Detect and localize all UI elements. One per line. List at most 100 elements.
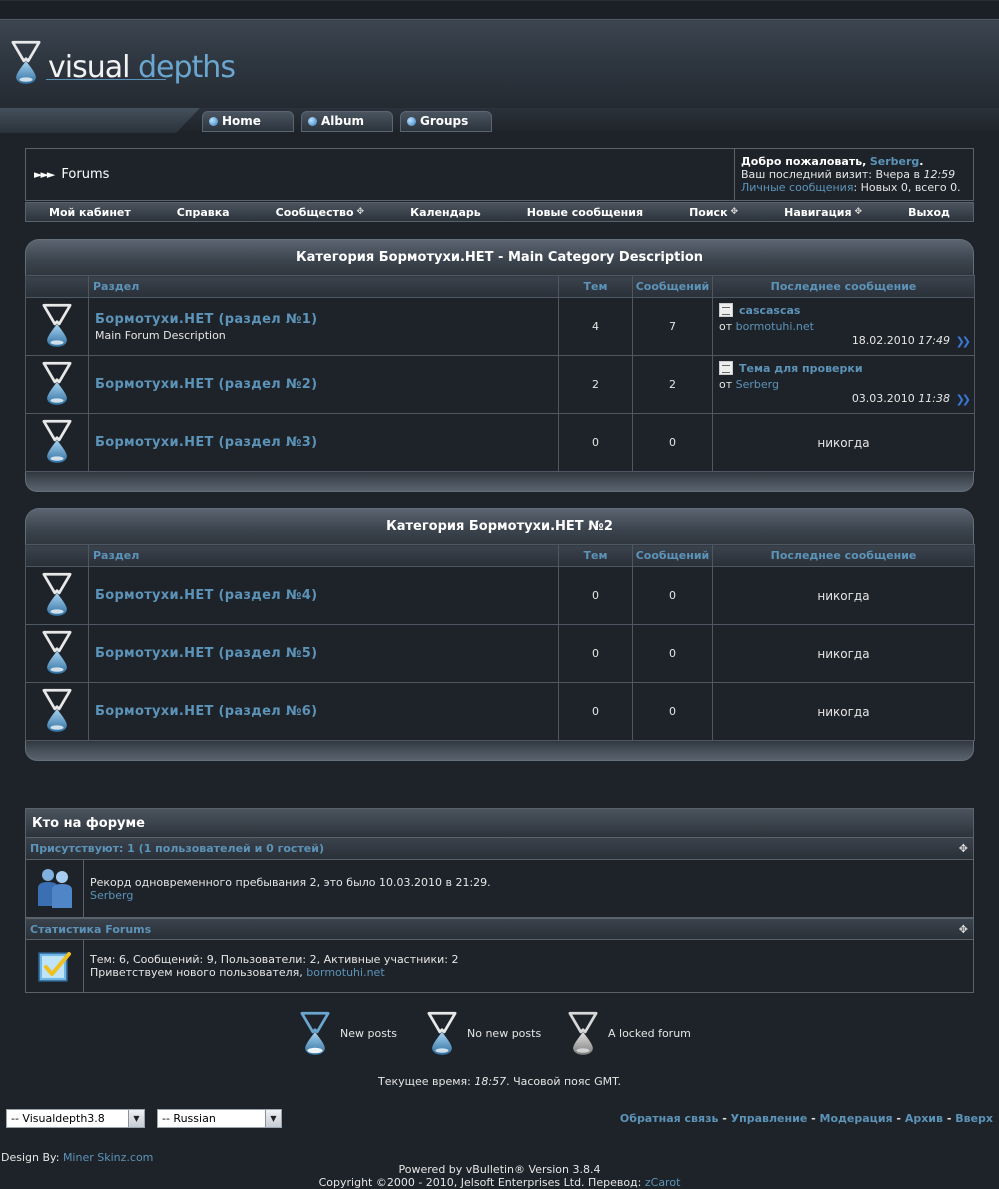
header-divider	[0, 19, 999, 20]
nav-community[interactable]: Сообщество ✥	[276, 206, 364, 219]
nav-new-posts[interactable]: Новые сообщения	[527, 206, 643, 219]
whos-online-title: Кто на форуме	[26, 809, 973, 838]
stats-header[interactable]: Статистика Forums ✥	[26, 918, 973, 940]
post-count: 0	[632, 624, 713, 683]
nav-calendar[interactable]: Календарь	[410, 206, 481, 219]
thread-count: 0	[558, 682, 633, 741]
goto-last-post-icon[interactable]: ❯❯	[956, 335, 972, 348]
footer-separator: -	[807, 1112, 820, 1125]
table-header: Раздел Тем Сообщений Последнее сообщение	[25, 275, 975, 298]
forum-status-cell	[25, 413, 89, 472]
forum-link[interactable]: Бормотухи.НЕТ (раздел №6)	[95, 704, 557, 719]
private-messages-link[interactable]: Личные сообщения	[741, 181, 853, 194]
forum-link[interactable]: Бормотухи.НЕТ (раздел №2)	[95, 377, 557, 392]
post-count: 0	[632, 566, 713, 625]
last-poster-link[interactable]: Serberg	[736, 378, 779, 391]
welcome-greeting: Добро пожаловать,	[741, 155, 867, 168]
online-user-link[interactable]: Serberg	[90, 889, 491, 902]
new-user-link[interactable]: bormotuhi.net	[306, 966, 384, 979]
forum-link[interactable]: Бормотухи.НЕТ (раздел №4)	[95, 588, 557, 603]
col-threads-header: Тем	[558, 544, 633, 567]
category-title[interactable]: Категория Бормотухи.НЕТ №2	[25, 508, 974, 544]
thread-count: 0	[558, 624, 633, 683]
stats-icon-cell	[26, 940, 84, 992]
chevron-down-icon[interactable]: ▼	[265, 1110, 281, 1127]
table-row: Бормотухи.НЕТ (раздел №2) 2 2 Тема для п…	[25, 355, 975, 414]
category-title[interactable]: Категория Бормотухи.НЕТ - Main Category …	[25, 239, 974, 275]
forum-drop-icon	[40, 360, 74, 406]
stats-title: Статистика Forums	[30, 923, 152, 936]
last-post-link[interactable]: cascascas	[739, 304, 800, 317]
footer-archive-link[interactable]: Архив	[905, 1112, 943, 1125]
online-users-row: Рекорд одновременного пребывания 2, это …	[26, 860, 973, 918]
online-users-link[interactable]: Присутствуют: 1 (1 пользователей и 0 гос…	[30, 842, 324, 855]
by-label: от	[719, 378, 733, 391]
forum-name-cell: Бормотухи.НЕТ (раздел №5)	[88, 624, 559, 683]
stats-numbers: Тем: 6, Сообщений: 9, Пользователи: 2, А…	[90, 953, 459, 966]
last-poster-link[interactable]: bormotuhi.net	[736, 320, 814, 333]
locked-forum-icon	[566, 1010, 600, 1056]
last-post-cell: cascascas от bormotuhi.net 18.02.2010 17…	[712, 297, 975, 356]
table-header: Раздел Тем Сообщений Последнее сообщение	[25, 544, 975, 567]
col-last-post-header: Последнее сообщение	[712, 275, 975, 298]
online-users-text: Рекорд одновременного пребывания 2, это …	[84, 860, 497, 917]
forum-name-cell: Бормотухи.НЕТ (раздел №2)	[88, 355, 559, 414]
last-visit-label: Ваш последний визит: Вчера в	[741, 168, 920, 181]
forum-name-cell: Бормотухи.НЕТ (раздел №4)	[88, 566, 559, 625]
whos-online-panel: Кто на форуме Присутствуют: 1 (1 пользов…	[25, 808, 974, 993]
last-post-link[interactable]: Тема для проверки	[739, 362, 863, 375]
col-last-post-header: Последнее сообщение	[712, 544, 975, 567]
forum-link[interactable]: Бормотухи.НЕТ (раздел №3)	[95, 435, 557, 450]
navbar: Мой кабинет Справка Сообщество ✥ Календар…	[25, 202, 974, 222]
menu-arrow-icon: ✥	[356, 207, 365, 217]
footer-top-link[interactable]: Вверх	[955, 1112, 993, 1125]
breadcrumb-forums[interactable]: Forums	[61, 167, 109, 182]
last-post-never: никогда	[712, 566, 975, 625]
tab-groups[interactable]: Groups	[400, 111, 492, 132]
stats-row: Тем: 6, Сообщений: 9, Пользователи: 2, А…	[26, 940, 973, 992]
forum-table: Раздел Тем Сообщений Последнее сообщение…	[25, 275, 975, 472]
bullet-icon	[407, 117, 416, 126]
table-row: Бормотухи.НЕТ (раздел №3) 0 0 никогда	[25, 413, 975, 472]
last-post-date: 18.02.2010 17:49	[851, 334, 950, 347]
forum-link[interactable]: Бормотухи.НЕТ (раздел №1)	[95, 312, 557, 327]
forum-link[interactable]: Бормотухи.НЕТ (раздел №5)	[95, 646, 557, 661]
last-post-cell: Тема для проверки от Serberg 03.03.2010 …	[712, 355, 975, 414]
tab-home[interactable]: Home	[202, 111, 294, 132]
legend-no-new-posts: No new posts	[425, 1010, 541, 1056]
nav-search[interactable]: Поиск ✥	[689, 206, 738, 219]
username-link[interactable]: Serberg	[870, 155, 919, 168]
forum-description: Main Forum Description	[95, 328, 226, 342]
language-chooser-select[interactable]: -- Russian ▼	[157, 1109, 282, 1128]
pm-stats: : Новых 0, всего 0.	[853, 181, 961, 194]
forum-status-cell	[25, 297, 89, 356]
footer-mod-link[interactable]: Модерация	[820, 1112, 893, 1125]
thread-count: 2	[558, 355, 633, 414]
post-count: 0	[632, 682, 713, 741]
col-icon-header	[25, 544, 89, 567]
collapse-icon[interactable]: ✥	[959, 838, 968, 860]
nav-help[interactable]: Справка	[177, 206, 230, 219]
forum-name-cell: Бормотухи.НЕТ (раздел №6)	[88, 682, 559, 741]
forum-drop-icon	[40, 687, 74, 733]
tab-album[interactable]: Album	[301, 111, 393, 132]
col-icon-header	[25, 275, 89, 298]
collapse-icon[interactable]: ✥	[959, 919, 968, 941]
footer-contact-link[interactable]: Обратная связь	[620, 1112, 719, 1125]
goto-last-post-icon[interactable]: ❯❯	[956, 393, 972, 406]
style-chooser-select[interactable]: -- Visualdepth3.8 ▼	[6, 1109, 145, 1128]
chevron-down-icon[interactable]: ▼	[128, 1110, 144, 1127]
online-users-header[interactable]: Присутствуют: 1 (1 пользователей и 0 гос…	[26, 838, 973, 860]
breadcrumb-panel: ►►► Forums Добро пожаловать, Serberg. Ва…	[25, 148, 974, 201]
translator-link[interactable]: zCarot	[645, 1176, 681, 1189]
post-icon	[719, 361, 733, 375]
bullet-icon	[308, 117, 317, 126]
footer-admin-link[interactable]: Управление	[731, 1112, 808, 1125]
header-slant	[0, 108, 200, 133]
nav-logout[interactable]: Выход	[908, 206, 950, 219]
current-time: Текущее время: 18:57. Часовой пояс GMT.	[377, 1075, 621, 1088]
nav-user-cp[interactable]: Мой кабинет	[49, 206, 131, 219]
category-footer	[25, 472, 974, 492]
col-forum-header: Раздел	[88, 544, 559, 567]
nav-quick-links[interactable]: Навигация ✥	[784, 206, 862, 219]
